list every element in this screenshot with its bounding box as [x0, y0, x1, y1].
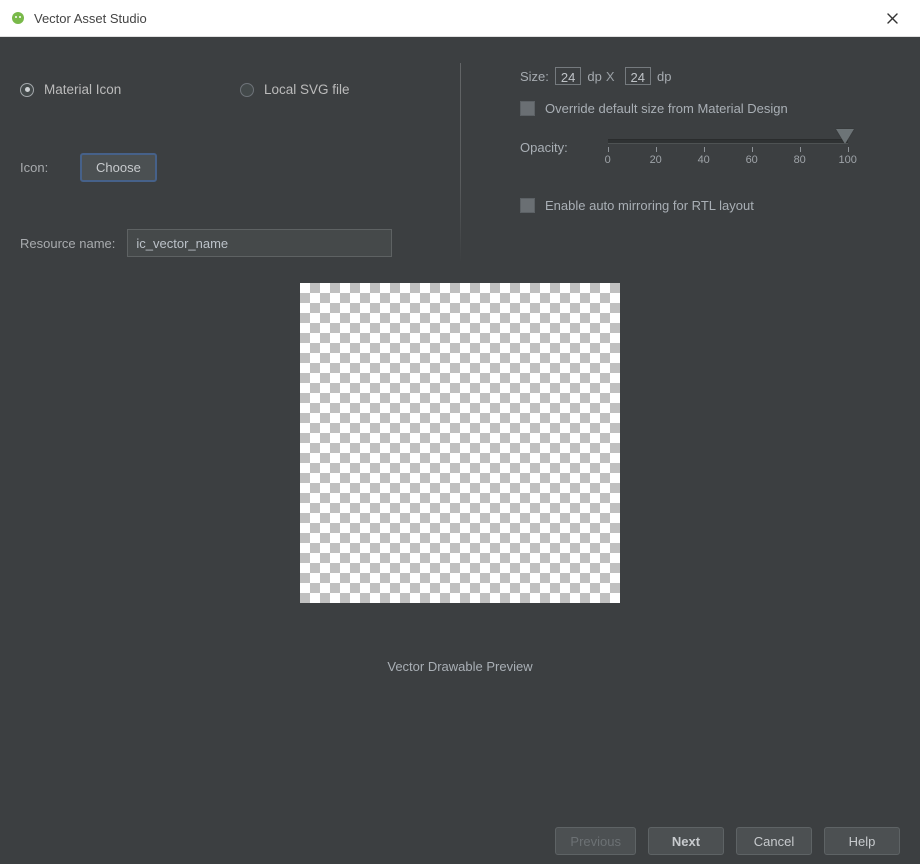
preview-area: Vector Drawable Preview	[0, 283, 920, 674]
radio-material-icon-label: Material Icon	[44, 82, 121, 97]
close-icon[interactable]	[872, 3, 912, 33]
right-column: Size: 24 dp X 24 dp Override default siz…	[460, 67, 880, 263]
slider-value-labels: 0 20 40 60 80 100	[608, 154, 848, 168]
size-label: Size:	[520, 69, 549, 84]
slider-val-5: 100	[839, 154, 857, 166]
choose-button[interactable]: Choose	[80, 153, 157, 182]
asset-type-radios: Material Icon Local SVG file	[10, 67, 460, 112]
vertical-divider	[460, 63, 461, 263]
previous-button[interactable]: Previous	[555, 827, 636, 855]
next-button[interactable]: Next	[648, 827, 724, 855]
preview-checkerboard	[300, 283, 620, 603]
icon-row: Icon: Choose	[10, 147, 460, 188]
opacity-slider[interactable]: 0 20 40 60 80 100	[608, 134, 848, 168]
help-button[interactable]: Help	[824, 827, 900, 855]
footer-buttons: Previous Next Cancel Help	[0, 817, 920, 864]
left-column: Material Icon Local SVG file Icon: Choos…	[10, 67, 460, 263]
titlebar: Vector Asset Studio	[0, 0, 920, 37]
radio-local-svg-label: Local SVG file	[264, 82, 350, 97]
override-size-row: Override default size from Material Desi…	[520, 101, 880, 116]
upper-panel: Material Icon Local SVG file Icon: Choos…	[0, 37, 920, 273]
size-row: Size: 24 dp X 24 dp	[520, 67, 880, 85]
main-content: Material Icon Local SVG file Icon: Choos…	[0, 37, 920, 864]
resource-name-row: Resource name:	[10, 223, 460, 263]
preview-caption: Vector Drawable Preview	[0, 659, 920, 674]
slider-val-2: 40	[698, 154, 710, 166]
size-width-field[interactable]: 24	[555, 67, 581, 85]
cancel-button[interactable]: Cancel	[736, 827, 812, 855]
override-size-checkbox[interactable]	[520, 101, 535, 116]
rtl-row: Enable auto mirroring for RTL layout	[520, 198, 880, 213]
slider-ticks	[608, 147, 848, 153]
radio-material-icon[interactable]	[20, 83, 34, 97]
opacity-label: Opacity:	[520, 140, 568, 155]
slider-knob[interactable]	[836, 129, 854, 144]
icon-label: Icon:	[20, 160, 80, 175]
app-icon	[10, 10, 26, 26]
window-title: Vector Asset Studio	[34, 11, 872, 26]
size-separator: X	[606, 69, 615, 84]
android-icon	[11, 11, 25, 25]
radio-local-svg[interactable]	[240, 83, 254, 97]
opacity-row: Opacity: 0 20 40	[520, 134, 880, 168]
override-size-label: Override default size from Material Desi…	[545, 101, 788, 116]
dp-unit-w: dp	[587, 69, 601, 84]
size-height-field[interactable]: 24	[625, 67, 651, 85]
rtl-checkbox[interactable]	[520, 198, 535, 213]
slider-val-0: 0	[605, 154, 611, 166]
resource-name-label: Resource name:	[20, 236, 127, 251]
dp-unit-h: dp	[657, 69, 671, 84]
rtl-label: Enable auto mirroring for RTL layout	[545, 198, 754, 213]
resource-name-input[interactable]	[127, 229, 392, 257]
slider-track	[608, 139, 848, 144]
slider-val-4: 80	[794, 154, 806, 166]
slider-val-3: 60	[746, 154, 758, 166]
slider-val-1: 20	[650, 154, 662, 166]
